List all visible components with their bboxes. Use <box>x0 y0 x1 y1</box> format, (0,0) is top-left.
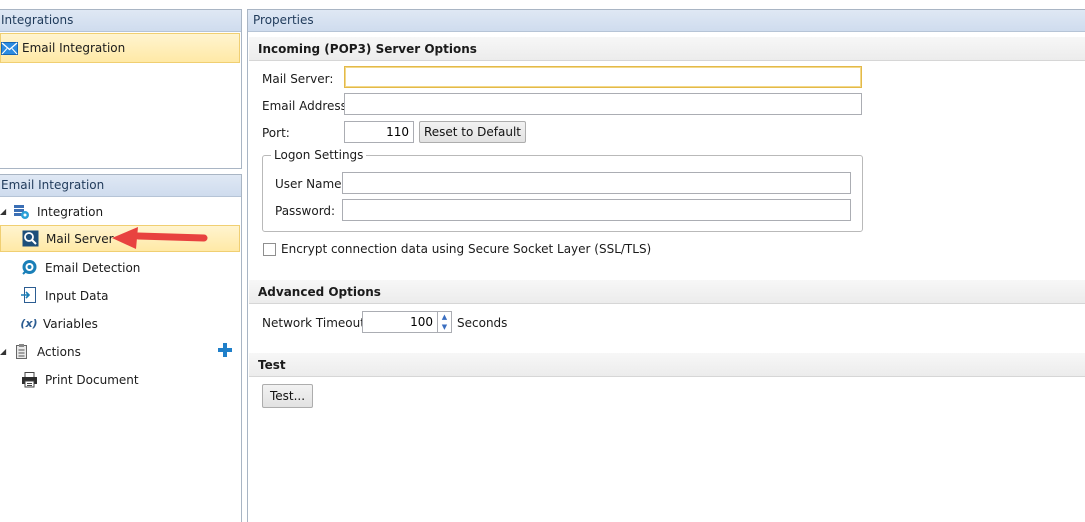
ssl-label: Encrypt connection data using Secure Soc… <box>281 242 652 256</box>
tree-item-label: Mail Server <box>46 231 114 246</box>
input-data-icon <box>21 287 38 304</box>
tree-item-variables[interactable]: (x) Variables <box>0 310 239 337</box>
username-label: User Name: <box>275 177 346 191</box>
tree-item-input-data[interactable]: Input Data <box>0 282 239 309</box>
reset-to-default-button[interactable]: Reset to Default <box>419 121 526 143</box>
tree-item-label: Variables <box>43 316 98 331</box>
email-detection-icon <box>21 259 38 276</box>
timeout-spinner[interactable]: ▲ ▼ <box>438 311 452 333</box>
envelope-icon <box>1 40 18 57</box>
tree-item-print-document[interactable]: Print Document <box>0 366 239 393</box>
expand-arrow-icon[interactable]: ◢ <box>0 207 6 216</box>
username-input[interactable] <box>342 172 851 194</box>
expand-arrow-icon[interactable]: ◢ <box>0 347 6 356</box>
integrations-panel-header: Integrations <box>0 10 241 32</box>
properties-panel: Properties Incoming (POP3) Server Option… <box>247 9 1085 522</box>
ssl-checkbox[interactable] <box>263 243 276 256</box>
mail-server-input[interactable] <box>344 66 862 88</box>
logon-settings-title: Logon Settings <box>271 148 367 162</box>
tree-item-label: Actions <box>37 344 81 359</box>
annotation-arrow-icon <box>108 226 208 255</box>
tree-item-label: Input Data <box>45 288 109 303</box>
spin-down-icon[interactable]: ▼ <box>438 322 451 332</box>
integration-list-item-email[interactable]: Email Integration <box>0 33 240 63</box>
network-timeout-label: Network Timeout: <box>262 316 369 330</box>
test-button[interactable]: Test... <box>262 384 313 408</box>
tree-item-label: Email Detection <box>45 260 141 275</box>
spin-up-icon[interactable]: ▲ <box>438 312 451 322</box>
test-section-header: Test <box>249 353 1085 377</box>
actions-icon <box>13 343 30 360</box>
mail-server-icon <box>22 230 39 247</box>
tree-item-label: Integration <box>37 204 104 219</box>
email-address-input[interactable] <box>344 93 862 115</box>
printer-icon <box>21 371 38 388</box>
network-timeout-input[interactable] <box>362 311 438 333</box>
integrations-panel: Integrations Email Integration <box>0 9 242 169</box>
tree-item-label: Print Document <box>45 372 139 387</box>
port-input[interactable] <box>344 121 414 143</box>
tree-item-integration[interactable]: ◢ Integration <box>0 198 239 225</box>
variables-icon: (x) <box>20 317 38 330</box>
email-address-label: Email Address: <box>262 99 351 113</box>
advanced-section-header: Advanced Options <box>249 280 1085 304</box>
tree-item-actions[interactable]: ◢ Actions <box>0 338 239 365</box>
logon-settings-group: Logon Settings User Name: Password: <box>262 148 863 232</box>
integration-list-item-label: Email Integration <box>22 41 126 55</box>
mail-server-label: Mail Server: <box>262 72 334 86</box>
incoming-section-header: Incoming (POP3) Server Options <box>249 37 1085 61</box>
timeout-unit-label: Seconds <box>457 316 508 330</box>
tree-item-email-detection[interactable]: Email Detection <box>0 254 239 281</box>
properties-panel-header: Properties <box>248 10 1085 32</box>
add-action-button[interactable] <box>218 343 232 357</box>
integration-tree-header: Email Integration <box>0 175 241 197</box>
integration-icon <box>13 203 30 220</box>
password-label: Password: <box>275 204 336 218</box>
password-input[interactable] <box>342 199 851 221</box>
port-label: Port: <box>262 126 290 140</box>
